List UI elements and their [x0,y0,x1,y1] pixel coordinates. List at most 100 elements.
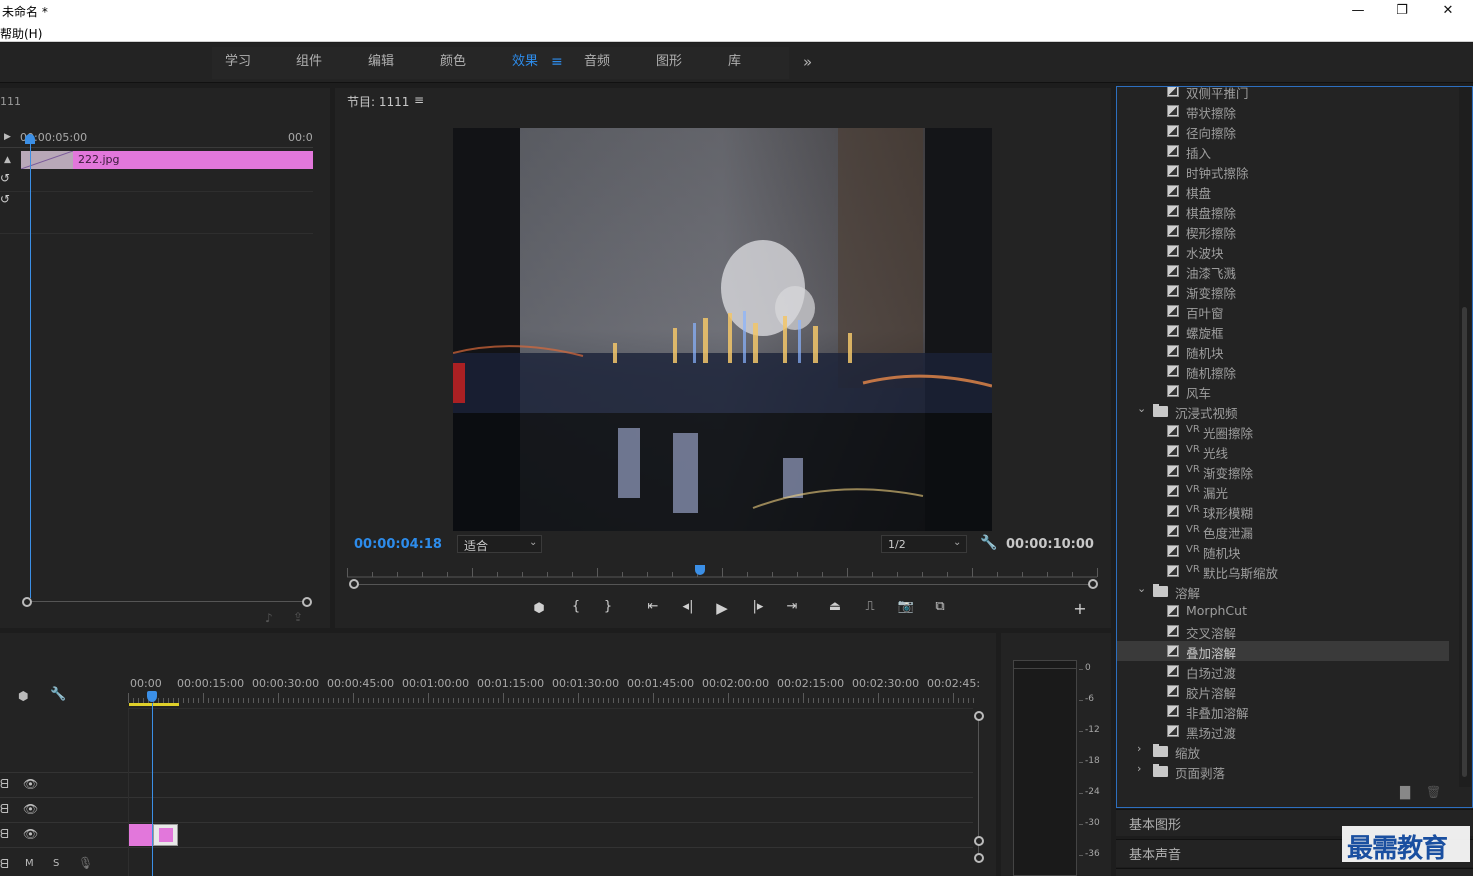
effect-item[interactable]: VR 光线 [1117,441,1449,461]
effect-item[interactable]: 双侧平推门 [1117,87,1449,101]
scroll-thumb[interactable] [1462,307,1467,777]
tab-learn[interactable]: 学习 [225,43,251,81]
workspace-menu-icon[interactable]: ≡ [551,43,563,81]
scroll-handle-left[interactable] [349,579,359,589]
step-forward-icon[interactable]: |▸ [748,599,768,614]
expand-icon[interactable]: ▶ [4,132,11,142]
track-target-icon[interactable]: ᗺ [0,857,9,872]
scroll-handle-right[interactable] [302,597,312,607]
fit-select[interactable]: 适合 ⌄ [457,535,542,553]
extract-icon[interactable]: ⎍ [860,599,880,614]
effect-item[interactable]: 交叉溶解 [1117,621,1449,641]
chevron-right-icon[interactable]: › [1137,762,1141,775]
sync-icon[interactable]: ↺ [0,171,10,185]
effect-item[interactable]: 带状擦除 [1117,101,1449,121]
scroll-handle-top[interactable] [974,711,984,721]
effect-item[interactable]: 棋盘 [1117,181,1449,201]
effect-item[interactable]: 插入 [1117,141,1449,161]
collapse-icon[interactable]: ▲ [4,155,11,165]
effect-item[interactable]: 叠加溶解 [1117,641,1449,661]
track-target-icon[interactable]: ᗺ [0,777,9,792]
effect-item[interactable]: 时钟式擦除 [1117,161,1449,181]
lift-icon[interactable]: ⏏ [825,599,845,614]
effect-folder[interactable]: ⌄ 溶解 [1117,581,1449,601]
step-back-icon[interactable]: ◂| [678,599,698,614]
source-clip[interactable]: 222.jpg [73,151,313,169]
eye-icon[interactable]: 👁 [23,802,38,816]
tab-editing[interactable]: 编辑 [368,43,394,81]
go-to-in-icon[interactable]: ⇤ [643,599,663,614]
chevron-down-icon[interactable]: ⌄ [1137,582,1146,595]
minimize-button[interactable]: — [1338,0,1378,22]
effect-item[interactable]: VR 漏光 [1117,481,1449,501]
effect-item[interactable]: 油漆飞溅 [1117,261,1449,281]
add-button-icon[interactable]: + [1070,599,1090,618]
chevron-right-icon[interactable]: › [1137,742,1141,755]
sync-icon[interactable]: ↺ [0,192,10,206]
comparison-view-icon[interactable]: ⧉ [930,599,950,614]
menu-help[interactable]: 帮助(H) [0,25,42,42]
scroll-handle-right[interactable] [1088,579,1098,589]
program-current-time[interactable]: 00:00:04:18 [354,537,442,552]
effect-item[interactable]: 黑场过渡 [1117,721,1449,741]
playhead-handle[interactable] [25,134,35,144]
tab-audio[interactable]: 音频 [584,43,610,81]
timeline-playhead[interactable] [147,691,157,702]
effect-item[interactable]: 白场过渡 [1117,661,1449,681]
track-target-icon[interactable]: ᗺ [0,827,9,842]
tab-libraries[interactable]: 库 [728,43,741,81]
eye-icon[interactable]: 👁 [23,827,38,841]
effect-folder[interactable]: › 页面剥落 [1117,761,1449,781]
effect-item[interactable]: 螺旋框 [1117,321,1449,341]
effect-item[interactable]: 渐变擦除 [1117,281,1449,301]
program-scrollbar[interactable] [354,584,1092,585]
camera-icon[interactable]: 📷 [896,599,916,614]
mute-button[interactable]: M [25,858,34,869]
microphone-icon[interactable]: 🎙 [78,856,93,870]
effect-item[interactable]: 非叠加溶解 [1117,701,1449,721]
tab-graphics[interactable]: 图形 [656,43,682,81]
resolution-select[interactable]: 1/2 ⌄ [881,535,967,553]
effect-folder[interactable]: ⌄ 沉浸式视频 [1117,401,1449,421]
wrench-icon[interactable]: 🔧 [50,687,66,702]
effect-item[interactable]: 随机块 [1117,341,1449,361]
effect-item[interactable]: 百叶窗 [1117,301,1449,321]
timeline-clip[interactable] [129,824,153,846]
more-workspaces-icon[interactable]: » [803,43,812,81]
tab-color[interactable]: 颜色 [440,43,466,81]
effect-item[interactable]: 径向擦除 [1117,121,1449,141]
work-area-bar[interactable] [129,703,179,706]
restore-button[interactable]: ❐ [1382,0,1422,22]
scrollbar[interactable] [27,601,307,602]
effect-item[interactable]: VR 随机块 [1117,541,1449,561]
mark-in-icon[interactable]: { [566,599,586,614]
scroll-handle-bottom[interactable] [974,836,984,846]
effect-item[interactable]: 胶片溶解 [1117,681,1449,701]
transition-clip[interactable] [153,824,178,846]
program-playhead[interactable] [694,565,705,575]
effect-item[interactable]: 随机擦除 [1117,361,1449,381]
scroll-handle-left[interactable] [22,597,32,607]
effect-item[interactable]: 棋盘擦除 [1117,201,1449,221]
chevron-down-icon[interactable]: ⌄ [1137,402,1146,415]
effect-item[interactable]: VR 默比乌斯缩放 [1117,561,1449,581]
panel-menu-icon[interactable]: ≡ [414,93,424,107]
tab-assembly[interactable]: 组件 [296,43,322,81]
effect-folder[interactable]: › 缩放 [1117,741,1449,761]
effect-item[interactable]: MorphCut [1117,601,1449,621]
effect-item[interactable]: 风车 [1117,381,1449,401]
timeline-ruler[interactable]: 00:00 00:00:15:00 00:00:30:00 00:00:45:00 00… [128,677,980,691]
effects-scrollbar[interactable] [1459,87,1471,787]
effect-item[interactable]: VR 球形模糊 [1117,501,1449,521]
close-button[interactable]: ✕ [1428,0,1468,22]
solo-button[interactable]: S [53,858,59,869]
mark-out-icon[interactable]: } [598,599,618,614]
wrench-icon[interactable]: 🔧 [980,535,997,551]
effect-item[interactable]: VR 渐变擦除 [1117,461,1449,481]
go-to-out-icon[interactable]: ⇥ [782,599,802,614]
play-icon[interactable]: ▶ [712,599,732,617]
effect-item[interactable]: VR 光圈擦除 [1117,421,1449,441]
scroll-handle[interactable] [974,853,984,863]
new-bin-icon[interactable]: ▇ [1400,785,1410,800]
effect-item[interactable]: VR 色度泄漏 [1117,521,1449,541]
